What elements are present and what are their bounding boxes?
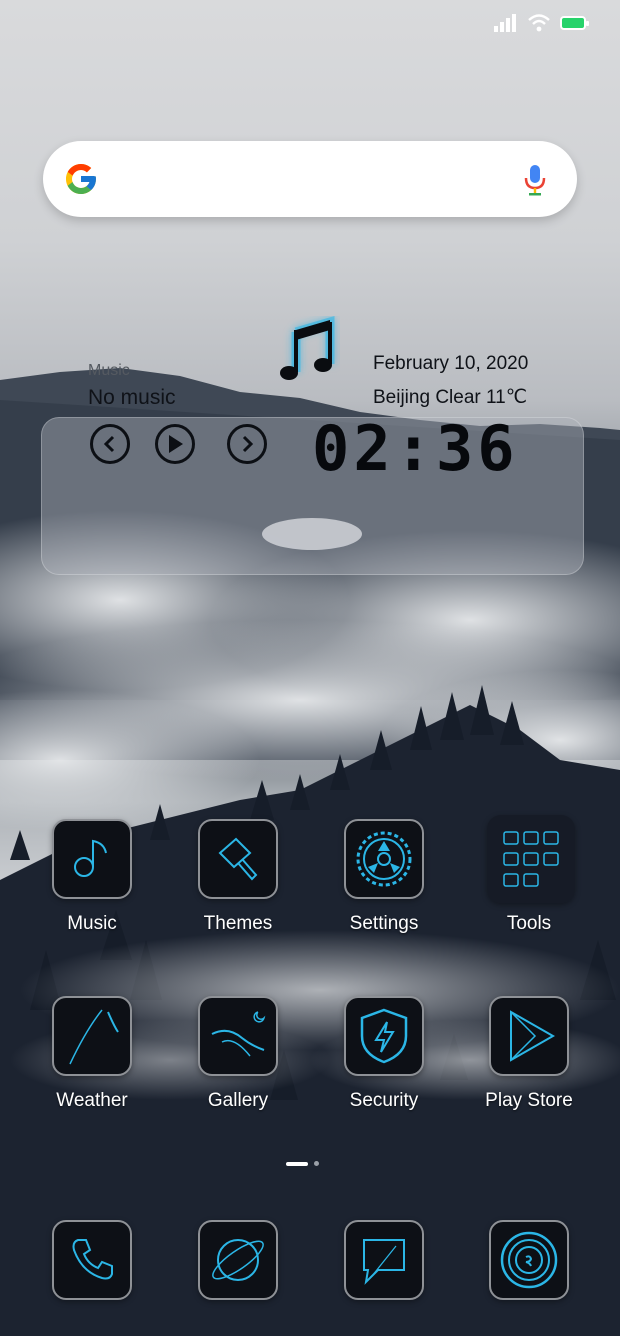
status-bar [494,14,589,32]
browser-icon [212,1239,264,1281]
app-tools-folder[interactable]: Tools [487,815,575,935]
previous-button[interactable] [90,424,130,464]
dock-phone[interactable] [50,1220,134,1300]
mic-icon[interactable] [523,163,547,197]
app-tile[interactable] [344,819,424,899]
page-indicator[interactable] [286,1161,319,1166]
app-tile[interactable] [489,996,569,1076]
app-music[interactable]: Music [50,819,134,935]
dock-camera[interactable] [487,1220,571,1300]
app-tile[interactable] [52,1220,132,1300]
signal-icon [494,14,516,32]
app-play-store[interactable]: Play Store [485,996,573,1112]
app-label: Security [349,1090,419,1111]
app-tile[interactable] [344,996,424,1076]
gear-icon [356,831,412,887]
music-note-icon [280,316,335,380]
weather-label: Beijing Clear 11℃ [373,387,528,408]
gallery-icon [211,1011,266,1057]
app-label: Themes [203,913,273,934]
app-themes[interactable]: Themes [196,819,280,935]
app-tile[interactable] [198,1220,278,1300]
play-icon [169,435,183,453]
phone-icon [72,1239,113,1280]
app-tile[interactable] [52,819,132,899]
folder-tile[interactable] [487,815,575,903]
google-g-icon [66,164,96,194]
paintbrush-icon [218,837,258,881]
search-bar[interactable] [43,141,577,217]
app-security[interactable]: Security [342,996,426,1112]
app-settings[interactable]: Settings [342,819,426,935]
folder-icon [503,831,559,887]
play-store-icon [510,1010,556,1062]
app-tile[interactable] [52,996,132,1076]
next-button[interactable] [227,424,267,464]
app-label: Weather [56,1090,128,1111]
wifi-icon [528,14,550,32]
app-tile[interactable] [198,819,278,899]
app-label: Play Store [485,1090,573,1111]
app-tile[interactable] [489,1220,569,1300]
messages-icon [363,1239,405,1285]
app-label: Music [67,913,117,934]
app-tile[interactable] [198,996,278,1076]
page-dot-active [286,1161,308,1166]
dock-messages[interactable] [342,1220,426,1300]
app-gallery[interactable]: Gallery [196,996,280,1112]
app-label: Settings [349,913,419,934]
music-note-icon [74,839,107,877]
page-dot [314,1161,319,1166]
camera-icon [500,1231,558,1289]
dock-browser[interactable] [196,1220,280,1300]
app-label: Gallery [207,1090,269,1111]
battery-icon [560,16,589,30]
weather-icon [69,1009,119,1065]
music-status: No music [88,386,176,409]
chevron-left-icon [103,435,115,453]
chevron-right-icon [242,435,254,453]
music-widget-title: Music [88,362,130,379]
app-label: Tools [506,913,552,934]
clock-time: 02:36 [312,412,519,485]
date-label: February 10, 2020 [373,353,529,374]
play-button[interactable] [155,424,195,464]
shield-icon [360,1008,408,1064]
app-weather[interactable]: Weather [50,996,134,1112]
app-tile[interactable] [344,1220,424,1300]
